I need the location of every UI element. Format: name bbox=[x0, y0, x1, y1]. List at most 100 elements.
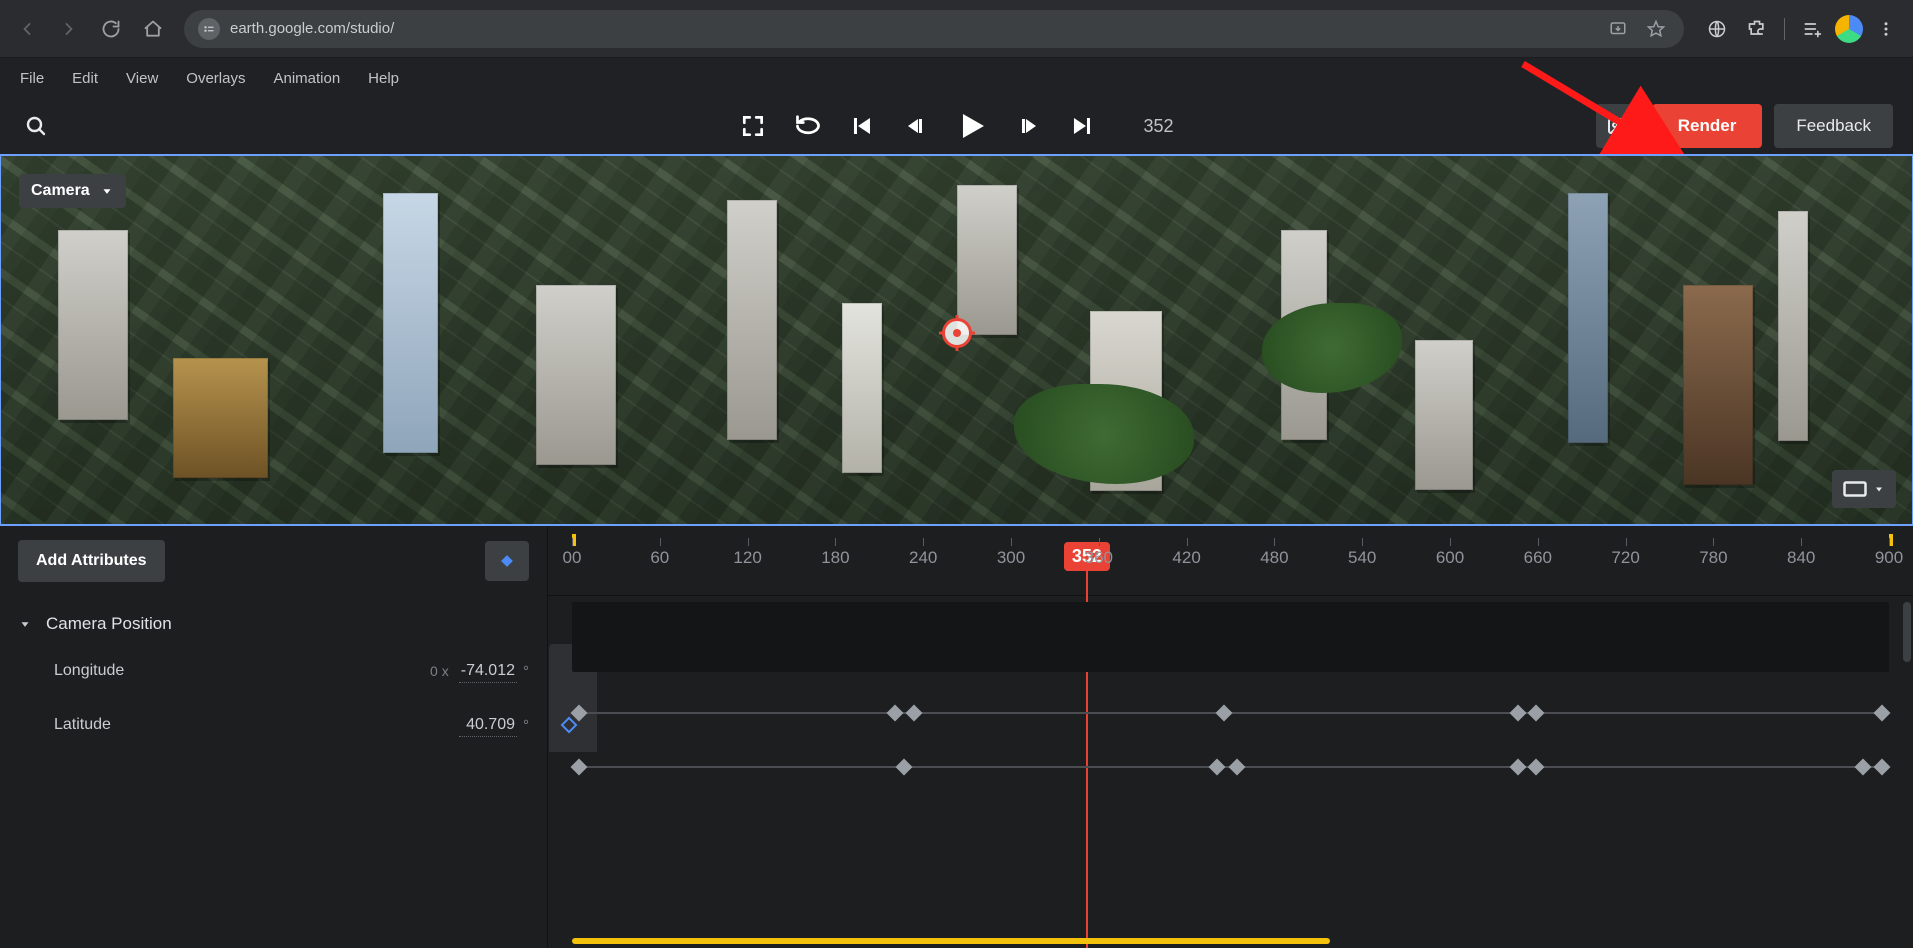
track-background bbox=[572, 602, 1889, 672]
track-longitude[interactable] bbox=[572, 686, 1889, 740]
reload-button[interactable] bbox=[94, 12, 128, 46]
translate-icon[interactable] bbox=[1700, 12, 1734, 46]
playback-controls: 352 bbox=[739, 108, 1173, 144]
address-bar[interactable]: earth.google.com/studio/ bbox=[184, 10, 1684, 48]
search-icon[interactable] bbox=[20, 110, 52, 142]
attribute-row-latitude: Latitude 40.709 ° bbox=[0, 698, 547, 752]
menu-view[interactable]: View bbox=[126, 70, 158, 87]
map-viewport[interactable]: Camera bbox=[0, 154, 1913, 526]
skip-start-icon[interactable] bbox=[849, 114, 873, 138]
menu-animation[interactable]: Animation bbox=[273, 70, 340, 87]
camera-selector[interactable]: Camera bbox=[19, 174, 126, 208]
bookmark-star-icon[interactable] bbox=[1642, 15, 1670, 43]
forward-button[interactable] bbox=[52, 12, 86, 46]
attribute-value[interactable]: 40.709 bbox=[459, 714, 517, 737]
attribute-unit: ° bbox=[523, 717, 529, 734]
ruler-tick-label: 00 bbox=[563, 548, 582, 568]
chevron-down-icon bbox=[1873, 483, 1885, 495]
keyframe[interactable] bbox=[906, 705, 923, 722]
menu-edit[interactable]: Edit bbox=[72, 70, 98, 87]
keyframe[interactable] bbox=[1854, 759, 1871, 776]
play-icon[interactable] bbox=[953, 108, 989, 144]
track-latitude[interactable] bbox=[572, 740, 1889, 794]
back-button[interactable] bbox=[10, 12, 44, 46]
extensions-icon[interactable] bbox=[1740, 12, 1774, 46]
ruler-tick-label: 300 bbox=[997, 548, 1025, 568]
keyframe[interactable] bbox=[1215, 705, 1232, 722]
ruler-tick-label: 420 bbox=[1172, 548, 1200, 568]
ruler-tick-label: 660 bbox=[1524, 548, 1552, 568]
snapshot-button[interactable] bbox=[1596, 104, 1640, 148]
camera-selector-label: Camera bbox=[31, 182, 90, 200]
menu-file[interactable]: File bbox=[20, 70, 44, 87]
chevron-down-icon bbox=[18, 617, 32, 631]
feedback-button-label: Feedback bbox=[1796, 116, 1871, 136]
profile-avatar[interactable] bbox=[1835, 15, 1863, 43]
ruler-tick-mark bbox=[835, 538, 836, 546]
separator bbox=[1784, 18, 1785, 40]
keyframe-toggle-button[interactable] bbox=[485, 541, 529, 581]
ruler-tick-label: 780 bbox=[1699, 548, 1727, 568]
step-back-icon[interactable] bbox=[901, 114, 925, 138]
site-info-icon[interactable] bbox=[198, 18, 220, 40]
ruler-tick-mark bbox=[1450, 538, 1451, 546]
menu-overlays[interactable]: Overlays bbox=[186, 70, 245, 87]
ruler-tick-mark bbox=[1362, 538, 1363, 546]
attribute-column: Add Attributes Camera Position Longitude… bbox=[0, 526, 548, 948]
feedback-button[interactable]: Feedback bbox=[1774, 104, 1893, 148]
ruler-tick-mark bbox=[572, 538, 573, 546]
ruler-tick-mark bbox=[1801, 538, 1802, 546]
browser-toolbar: earth.google.com/studio/ bbox=[0, 0, 1913, 58]
ruler-tick-mark bbox=[1713, 538, 1714, 546]
step-forward-icon[interactable] bbox=[1017, 114, 1041, 138]
timeline-ruler[interactable]: 352 006012018024030036042048054060066072… bbox=[548, 526, 1913, 596]
aspect-ratio-button[interactable] bbox=[1832, 470, 1896, 508]
keyframe[interactable] bbox=[1509, 759, 1526, 776]
media-control-icon[interactable] bbox=[1795, 12, 1829, 46]
current-frame: 352 bbox=[1143, 116, 1173, 137]
keyframe[interactable] bbox=[1229, 759, 1246, 776]
attribute-label: Latitude bbox=[54, 716, 111, 734]
keyframe[interactable] bbox=[886, 705, 903, 722]
url-text: earth.google.com/studio/ bbox=[230, 20, 1594, 37]
ruler-tick-label: 180 bbox=[821, 548, 849, 568]
keyframe[interactable] bbox=[1874, 705, 1891, 722]
chrome-menu-icon[interactable] bbox=[1869, 12, 1903, 46]
keyframe[interactable] bbox=[570, 759, 587, 776]
add-attributes-button[interactable]: Add Attributes bbox=[18, 540, 165, 582]
attribute-group-title: Camera Position bbox=[46, 614, 172, 634]
ruler-tick-label: 480 bbox=[1260, 548, 1288, 568]
ruler-tick-label: 240 bbox=[909, 548, 937, 568]
home-button[interactable] bbox=[136, 12, 170, 46]
keyframe[interactable] bbox=[1528, 759, 1545, 776]
ruler-tick-mark bbox=[1538, 538, 1539, 546]
attribute-value[interactable]: -74.012 bbox=[459, 660, 517, 683]
install-app-icon[interactable] bbox=[1604, 15, 1632, 43]
loop-icon[interactable] bbox=[793, 112, 821, 140]
ruler-tick-mark bbox=[1626, 538, 1627, 546]
keyframe[interactable] bbox=[1509, 705, 1526, 722]
add-attributes-label: Add Attributes bbox=[36, 552, 147, 569]
ruler-tick-mark bbox=[660, 538, 661, 546]
timeline-hscrollbar[interactable] bbox=[572, 938, 1879, 944]
keyframe[interactable] bbox=[1528, 705, 1545, 722]
ruler-tick-label: 540 bbox=[1348, 548, 1376, 568]
skip-end-icon[interactable] bbox=[1069, 114, 1093, 138]
chevron-down-icon bbox=[100, 184, 114, 198]
ruler-tick-mark bbox=[1099, 538, 1100, 546]
camera-target-icon[interactable] bbox=[942, 318, 972, 348]
keyframe[interactable] bbox=[895, 759, 912, 776]
render-button[interactable]: Render bbox=[1652, 104, 1763, 148]
menu-help[interactable]: Help bbox=[368, 70, 399, 87]
ruler-tick-label: 120 bbox=[733, 548, 761, 568]
attribute-group-header[interactable]: Camera Position bbox=[0, 604, 547, 644]
ruler-tick-label: 720 bbox=[1611, 548, 1639, 568]
ruler-tick-mark bbox=[923, 538, 924, 546]
timeline-tracks[interactable] bbox=[572, 596, 1889, 948]
keyframe[interactable] bbox=[1209, 759, 1226, 776]
keyframe[interactable] bbox=[1874, 759, 1891, 776]
fullscreen-icon[interactable] bbox=[739, 113, 765, 139]
keyframe[interactable] bbox=[570, 705, 587, 722]
timeline-vscrollbar[interactable] bbox=[1903, 602, 1911, 662]
app-menu-bar: File Edit View Overlays Animation Help bbox=[0, 58, 1913, 98]
